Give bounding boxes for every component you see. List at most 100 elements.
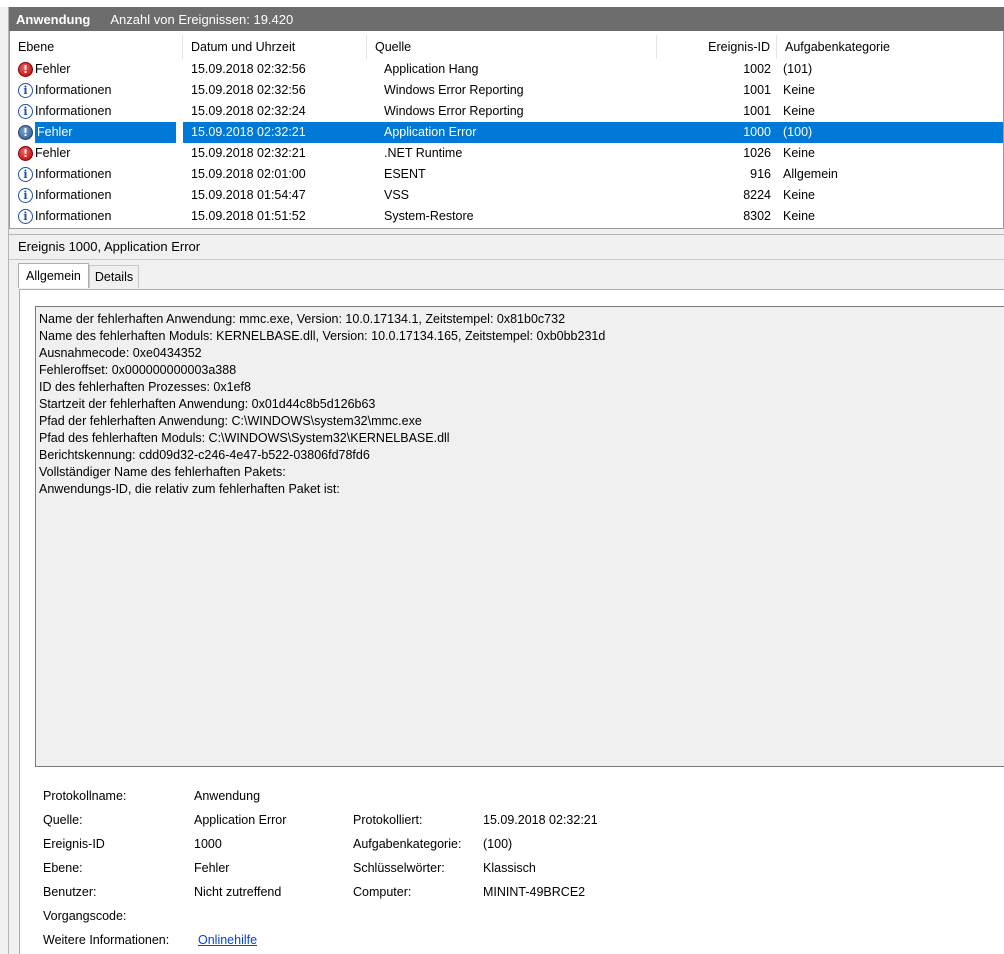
cell-aufgabenkategorie: (100) [777, 122, 1003, 143]
prop-label-computer: Computer: [353, 885, 412, 899]
cell-quelle: Application Hang [384, 62, 479, 76]
cell-datum: 15.09.2018 02:32:21 [183, 122, 367, 143]
event-count: Anzahl von Ereignissen: 19.420 [110, 11, 294, 27]
prop-value-aufgabenkategorie: (100) [483, 837, 513, 851]
description-line: Anwendungs-ID, die relativ zum fehlerhaf… [39, 482, 340, 496]
cell-quelle: System-Restore [384, 209, 474, 223]
prop-label-ereignis-id: Ereignis-ID [43, 837, 105, 851]
table-row[interactable]: i Informationen 15.09.2018 01:51:52 System-… [10, 206, 1003, 227]
cell-ebene: i Informationen [10, 80, 183, 101]
prop-label-quelle: Quelle: [43, 813, 83, 827]
column-header-ebene[interactable]: Ebene [10, 35, 183, 59]
cell-datum: 15.09.2018 01:51:52 [191, 209, 306, 223]
cell-aufgabenkategorie: (101) [783, 62, 813, 76]
column-header-aufgabenkategorie[interactable]: Aufgabenkategorie [777, 35, 1003, 59]
info-icon: i [18, 83, 33, 98]
cell-aufgabenkategorie: Keine [783, 146, 815, 160]
cell-datum: 15.09.2018 02:32:56 [191, 83, 306, 97]
table-row[interactable]: i Informationen 15.09.2018 02:01:00 ESENT 91… [10, 164, 1003, 185]
column-header-quelle[interactable]: Quelle [367, 35, 657, 59]
prop-label-vorgangscode: Vorgangscode: [43, 909, 127, 923]
cell-ereignis-id: 1001 [743, 83, 771, 97]
prop-value-computer: MININT-49BRCE2 [483, 885, 586, 899]
level-text: Informationen [35, 83, 112, 97]
table-row[interactable]: ! Fehler 15.09.2018 02:32:21 .NET Runtime 10… [10, 143, 1003, 164]
cell-ereignis-id: 1000 [657, 122, 777, 143]
cell-datum: 15.09.2018 02:01:00 [191, 167, 306, 181]
cell-quelle: Application Error [367, 122, 657, 143]
event-list[interactable]: Ebene Datum und Uhrzeit Quelle Ereignis-… [9, 31, 1004, 229]
cell-quelle: .NET Runtime [384, 146, 463, 160]
event-list-header: Ebene Datum und Uhrzeit Quelle Ereignis-… [10, 35, 1003, 59]
level-text: Informationen [35, 209, 112, 223]
log-name: Anwendung [16, 11, 91, 27]
onlinehilfe-link[interactable]: Onlinehilfe [198, 929, 257, 951]
info-icon: i [18, 209, 33, 224]
cell-aufgabenkategorie: Allgemein [783, 167, 838, 181]
prop-value-schluesselwoerter: Klassisch [483, 861, 536, 875]
description-line: Startzeit der fehlerhaften Anwendung: 0x… [39, 397, 376, 411]
prop-value-ereignis-id: 1000 [194, 837, 222, 851]
error-icon: ! [18, 146, 33, 161]
cell-ebene: i Informationen [10, 101, 183, 122]
cell-ereignis-id: 8302 [743, 209, 771, 223]
cell-datum: 15.09.2018 02:32:21 [191, 146, 306, 160]
prop-label-benutzer: Benutzer: [43, 885, 97, 899]
column-header-ereignis-id[interactable]: Ereignis-ID [657, 35, 777, 59]
table-row[interactable]: i Informationen 15.09.2018 01:54:47 VSS 8224… [10, 185, 1003, 206]
tab-details[interactable]: Details [88, 265, 140, 288]
description-line: Pfad des fehlerhaften Moduls: C:\WINDOWS… [39, 431, 450, 445]
error-icon: ! [18, 62, 33, 77]
prop-label-protokolliert: Protokolliert: [353, 813, 423, 827]
prop-label-ebene: Ebene: [43, 861, 83, 875]
description-line: Pfad der fehlerhaften Anwendung: C:\WIND… [39, 414, 422, 428]
prop-value-protokolliert: 15.09.2018 02:32:21 [483, 813, 598, 827]
cell-datum: 15.09.2018 02:32:56 [191, 62, 306, 76]
level-text: Fehler [35, 146, 71, 160]
cell-quelle: Windows Error Reporting [384, 104, 524, 118]
cell-ereignis-id: 1001 [743, 104, 771, 118]
description-line: Fehleroffset: 0x000000000003a388 [39, 363, 237, 377]
table-row[interactable]: i Informationen 15.09.2018 02:32:56 Windows… [10, 80, 1003, 101]
info-icon: i [18, 188, 33, 203]
tab-allgemein[interactable]: Allgemein [18, 263, 89, 288]
cell-ebene: i Informationen [10, 185, 183, 206]
left-pane-edge [0, 7, 9, 954]
level-text: Informationen [35, 167, 112, 181]
cell-datum: 15.09.2018 02:32:24 [191, 104, 306, 118]
table-row[interactable]: i Informationen 15.09.2018 02:32:24 Windows… [10, 101, 1003, 122]
description-line: Name des fehlerhaften Moduls: KERNELBASE… [39, 329, 606, 343]
level-text: Fehler [35, 122, 176, 143]
cell-datum: 15.09.2018 01:54:47 [191, 188, 306, 202]
cell-quelle: VSS [384, 188, 410, 202]
column-header-datum[interactable]: Datum und Uhrzeit [183, 35, 367, 59]
table-row[interactable]: ! Fehler 15.09.2018 02:32:21 Application Er… [10, 122, 1003, 143]
description-line: ID des fehlerhaften Prozesses: 0x1ef8 [39, 380, 251, 394]
cell-ereignis-id: 916 [750, 167, 771, 181]
cell-aufgabenkategorie: Keine [783, 83, 815, 97]
prop-value-protokollname: Anwendung [194, 789, 261, 803]
prop-value-quelle: Application Error [194, 813, 287, 827]
prop-label-schluesselwoerter: Schlüsselwörter: [353, 861, 445, 875]
cell-quelle: Windows Error Reporting [384, 83, 524, 97]
level-text: Informationen [35, 188, 112, 202]
detail-tabs: Allgemein Details [18, 263, 140, 289]
prop-label-weitere-informationen: Weitere Informationen: [43, 933, 170, 947]
cell-ereignis-id: 8224 [743, 188, 771, 202]
cell-ebene: ! Fehler [10, 59, 183, 80]
cell-ebene: i Informationen [10, 164, 183, 185]
cell-ereignis-id: 1002 [743, 62, 771, 76]
level-text: Informationen [35, 104, 112, 118]
tab-content-allgemein: Name der fehlerhaften Anwendung: mmc.exe… [19, 289, 1004, 954]
prop-value-benutzer: Nicht zutreffend [194, 885, 282, 899]
cell-aufgabenkategorie: Keine [783, 188, 815, 202]
event-rows: ! Fehler 15.09.2018 02:32:56 Application Ha… [10, 59, 1003, 227]
cell-ereignis-id: 1026 [743, 146, 771, 160]
prop-value-ebene: Fehler [194, 861, 230, 875]
event-description-box[interactable]: Name der fehlerhaften Anwendung: mmc.exe… [35, 306, 1004, 767]
table-row[interactable]: ! Fehler 15.09.2018 02:32:56 Application Ha… [10, 59, 1003, 80]
level-text: Fehler [35, 62, 71, 76]
cell-ebene: ! Fehler [10, 122, 183, 143]
event-detail-pane: Ereignis 1000, Application Error Allgeme… [9, 235, 1004, 954]
cell-quelle: ESENT [384, 167, 426, 181]
